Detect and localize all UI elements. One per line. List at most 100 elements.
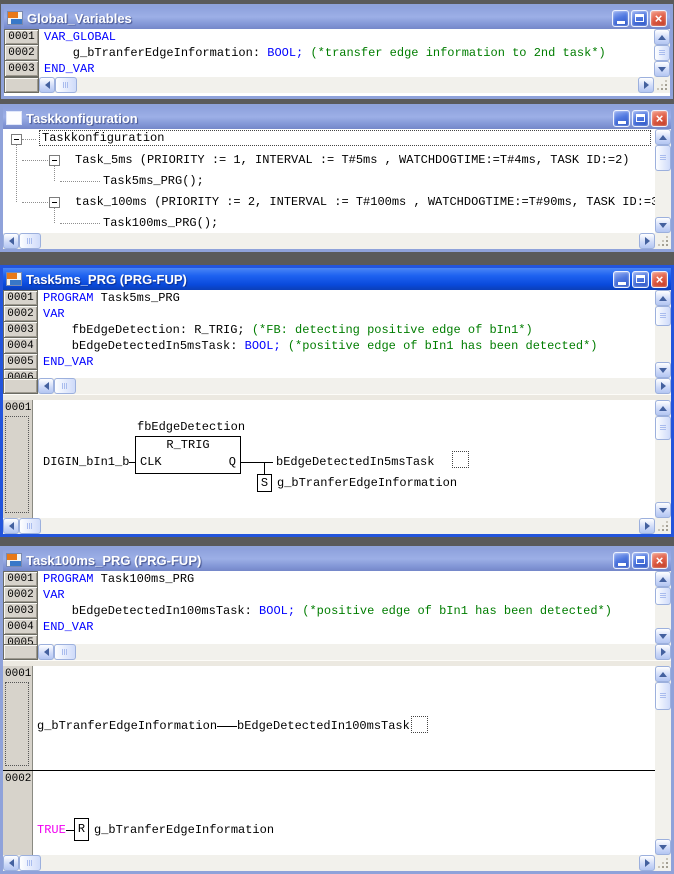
scroll-down-button[interactable]: [655, 502, 671, 518]
code-line[interactable]: 0003END_VAR: [4, 61, 654, 77]
code-line[interactable]: 0002VAR: [3, 587, 655, 603]
titlebar[interactable]: Task100ms_PRG (PRG-FUP) ×: [3, 549, 671, 571]
close-button[interactable]: ×: [651, 552, 668, 569]
line-number[interactable]: 0005: [3, 634, 38, 644]
network-number[interactable]: 0001: [3, 666, 32, 680]
scroll-thumb[interactable]: [55, 77, 77, 93]
fup-constant-true[interactable]: TRUE: [37, 823, 66, 837]
tree-item[interactable]: Task5ms_PRG();: [3, 171, 655, 192]
line-number[interactable]: 0001: [3, 290, 38, 306]
scroll-up-button[interactable]: [655, 290, 671, 306]
line-number[interactable]: 0002: [4, 44, 39, 61]
scroll-left-button[interactable]: [3, 855, 19, 871]
fup-output-variable[interactable]: bEdgeDetectedIn5msTask: [276, 455, 434, 469]
insert-position-box[interactable]: [411, 716, 428, 733]
scroll-up-button[interactable]: [655, 571, 671, 587]
code-line[interactable]: 0005: [3, 635, 655, 644]
maximize-button[interactable]: [632, 271, 649, 288]
scroll-thumb[interactable]: [19, 855, 41, 871]
scroll-right-button[interactable]: [639, 855, 655, 871]
network-number[interactable]: 0001: [3, 400, 32, 414]
resize-grip[interactable]: [655, 518, 671, 534]
code-line[interactable]: 0003 fbEdgeDetection: R_TRIG; (*FB: dete…: [3, 322, 655, 338]
scroll-thumb[interactable]: [655, 145, 671, 171]
line-number[interactable]: 0001: [3, 571, 38, 587]
code-line[interactable]: 0003 bEdgeDetectedIn100msTask: BOOL; (*p…: [3, 603, 655, 619]
line-number[interactable]: 0003: [3, 602, 38, 619]
fup-target-variable[interactable]: bEdgeDetectedIn100msTask: [237, 719, 410, 733]
scroll-up-button[interactable]: [655, 129, 671, 145]
code-line[interactable]: 0004 bEdgeDetectedIn5msTask: BOOL; (*pos…: [3, 338, 655, 354]
fup-source-variable[interactable]: g_bTranferEdgeInformation: [37, 719, 217, 733]
code-line[interactable]: 0005END_VAR: [3, 354, 655, 370]
resize-grip[interactable]: [655, 233, 671, 249]
declaration-editor[interactable]: 0001PROGRAM Task5ms_PRG0002VAR0003 fbEdg…: [3, 290, 655, 378]
scroll-track[interactable]: [76, 378, 655, 394]
fup-network-editor[interactable]: 0002 TRUE R g_bTranferEdgeInformation: [3, 771, 655, 855]
set-operator-box[interactable]: S: [257, 474, 272, 492]
fb-instance-label[interactable]: fbEdgeDetection: [137, 420, 245, 434]
maximize-button[interactable]: [631, 10, 648, 27]
tree-collapse-icon[interactable]: [49, 197, 60, 208]
declaration-editor[interactable]: 0001VAR_GLOBAL0002 g_bTranferEdgeInforma…: [4, 29, 654, 77]
fb-input-pin[interactable]: CLK: [140, 455, 162, 469]
code-line[interactable]: 0006: [3, 370, 655, 378]
scroll-thumb[interactable]: [655, 306, 671, 326]
scroll-thumb[interactable]: [655, 682, 671, 710]
scroll-left-button[interactable]: [38, 644, 54, 660]
tree-item-label[interactable]: Task_5ms (PRIORITY := 1, INTERVAL := T#5…: [75, 153, 630, 167]
horizontal-scrollbar[interactable]: [3, 644, 671, 660]
scroll-up-button[interactable]: [655, 400, 671, 416]
maximize-button[interactable]: [632, 110, 649, 127]
horizontal-scrollbar[interactable]: [3, 518, 671, 534]
minimize-button[interactable]: [613, 552, 630, 569]
scroll-down-button[interactable]: [655, 217, 671, 233]
minimize-button[interactable]: [612, 10, 629, 27]
line-number[interactable]: 0006: [3, 369, 38, 378]
scroll-right-button[interactable]: [655, 644, 671, 660]
minimize-button[interactable]: [613, 110, 630, 127]
code-line[interactable]: 0001VAR_GLOBAL: [4, 29, 654, 45]
fup-network-editor[interactable]: 0001 fbEdgeDetection R_TRIG CLK Q DIGIN_…: [3, 400, 655, 518]
scroll-down-button[interactable]: [654, 61, 670, 77]
scroll-track[interactable]: [655, 605, 671, 628]
scroll-right-button[interactable]: [638, 77, 654, 93]
tree-item[interactable]: Task_5ms (PRIORITY := 1, INTERVAL := T#5…: [3, 150, 655, 171]
fup-reset-variable[interactable]: g_bTranferEdgeInformation: [94, 823, 274, 837]
titlebar[interactable]: Taskkonfiguration ×: [3, 107, 671, 129]
tree-item[interactable]: Taskkonfiguration: [3, 129, 655, 150]
code-line[interactable]: 0004END_VAR: [3, 619, 655, 635]
line-number[interactable]: 0001: [4, 29, 39, 45]
line-number[interactable]: 0004: [3, 337, 38, 354]
minimize-button[interactable]: [613, 271, 630, 288]
tree-item-label[interactable]: Task100ms_PRG();: [103, 216, 218, 230]
reset-operator-box[interactable]: R: [74, 818, 89, 841]
scroll-thumb[interactable]: [54, 644, 76, 660]
scroll-left-button[interactable]: [3, 518, 19, 534]
scroll-track[interactable]: [41, 855, 639, 871]
vertical-scrollbar[interactable]: [655, 290, 671, 378]
scroll-left-button[interactable]: [39, 77, 55, 93]
tree-item[interactable]: task_100ms (PRIORITY := 2, INTERVAL := T…: [3, 192, 655, 213]
scroll-left-button[interactable]: [3, 233, 19, 249]
network-margin[interactable]: 0001: [3, 400, 33, 518]
scroll-down-button[interactable]: [655, 839, 671, 855]
fup-network-editor[interactable]: 0001 g_bTranferEdgeInformation bEdgeDete…: [3, 666, 655, 771]
line-number[interactable]: 0003: [3, 321, 38, 338]
scroll-track[interactable]: [41, 518, 639, 534]
network-margin[interactable]: 0001: [3, 666, 33, 771]
scroll-up-button[interactable]: [654, 29, 670, 45]
scroll-right-button[interactable]: [639, 233, 655, 249]
resize-grip[interactable]: [654, 77, 670, 93]
scroll-track[interactable]: [655, 326, 671, 362]
tree-item[interactable]: Task100ms_PRG();: [3, 213, 655, 233]
horizontal-scrollbar[interactable]: [3, 378, 671, 394]
vertical-scrollbar[interactable]: [654, 29, 670, 77]
resize-grip[interactable]: [655, 855, 671, 871]
scroll-track[interactable]: [41, 233, 639, 249]
close-button[interactable]: ×: [651, 271, 668, 288]
code-line[interactable]: 0001PROGRAM Task5ms_PRG: [3, 290, 655, 306]
code-line[interactable]: 0002VAR: [3, 306, 655, 322]
scroll-right-button[interactable]: [655, 378, 671, 394]
function-block[interactable]: R_TRIG CLK Q: [135, 436, 241, 474]
